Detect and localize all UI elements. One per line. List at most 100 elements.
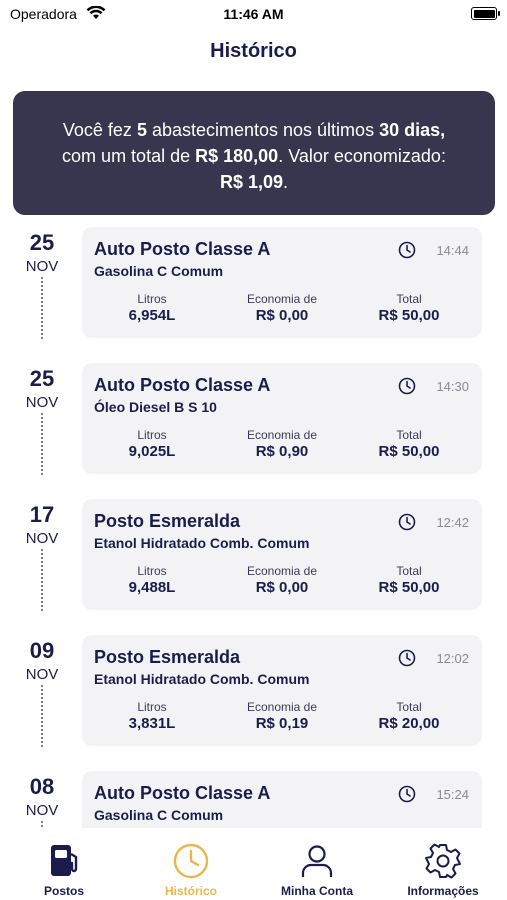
status-time: 11:46 AM [223,6,284,22]
history-entry: 25 NOV Auto Posto Classe A Óleo Diesel B… [0,351,507,487]
history-entry: 17 NOV Posto Esmeralda Etanol Hidratado … [0,487,507,623]
entry-month: NOV [25,666,59,683]
liters-value: 6,954L [128,307,176,324]
summary-count: 5 [136,120,147,140]
station-name: Auto Posto Classe A [94,783,271,803]
liters-value: 9,025L [128,443,176,460]
refuel-time: 12:02 [436,651,469,666]
total-label: Total [396,700,422,714]
entry-date: 17 NOV [14,503,70,549]
savings-label: Economia de [246,292,318,306]
savings-column: Economia de R$ 0,00 [232,564,332,596]
fuel-type: Óleo Diesel B S 10 [94,399,217,415]
entry-date: 09 NOV [14,639,70,685]
summary-saved: R$ 1,09 [219,172,284,192]
liters-column: Litros 9,488L [102,564,202,596]
liters-column: Litros 3,831L [102,700,202,732]
tab-label: Histórico [164,884,217,898]
timeline-divider [41,685,43,747]
page-title: Histórico [210,40,297,62]
station-name: Auto Posto Classe A [94,239,271,259]
entry-date: 08 NOV [14,775,70,821]
summary-text: abastecimentos nos últimos [146,120,380,140]
total-label: Total [396,292,422,306]
clock-icon [398,785,416,803]
liters-column: Litros 9,025L [102,428,202,460]
station-name: Auto Posto Classe A [94,375,271,395]
tab-postos[interactable]: Postos [4,842,124,898]
clock-icon [398,241,416,259]
liters-label: Litros [137,292,167,306]
history-list[interactable]: 25 NOV Auto Posto Classe A Gasolina C Co… [0,215,507,828]
summary-text: . [283,172,289,192]
battery-icon [471,7,500,20]
tab-informacoes[interactable]: Informações [383,842,503,898]
liters-label: Litros [137,428,167,442]
entry-day: 25 [29,230,55,255]
liters-column: Litros 6,954L [102,292,202,324]
timeline-divider [41,821,43,828]
refuel-card[interactable]: Auto Posto Classe A Gasolina C Comum 14:… [82,227,482,338]
savings-value: R$ 0,90 [255,443,309,460]
tab-bar: Postos Histórico Minha Conta Informações [0,828,507,900]
entry-date: 25 NOV [14,367,70,413]
liters-value: 3,831L [128,715,176,732]
refuel-time: 14:30 [436,379,469,394]
refuel-card[interactable]: Posto Esmeralda Etanol Hidratado Comb. C… [82,635,482,746]
status-bar: Operadora 11:46 AM [0,0,507,28]
gear-icon [425,843,461,879]
savings-value: R$ 0,00 [255,307,309,324]
history-entry: 08 NOV Auto Posto Classe A Gasolina C Co… [0,759,507,828]
savings-column: Economia de R$ 0,19 [232,700,332,732]
entry-day: 08 [29,774,55,799]
entry-month: NOV [25,530,59,547]
entry-day: 17 [29,502,55,527]
station-name: Posto Esmeralda [94,647,241,667]
summary-text: Você fez [62,120,137,140]
user-icon [301,845,333,877]
savings-label: Economia de [246,700,318,714]
entry-month: NOV [25,802,59,819]
refuel-time: 15:24 [436,787,469,802]
total-value: R$ 50,00 [378,443,440,460]
refuel-card[interactable]: Auto Posto Classe A Óleo Diesel B S 10 1… [82,363,482,474]
tab-label: Postos [43,884,84,898]
savings-value: R$ 0,19 [255,715,309,732]
fuel-type: Etanol Hidratado Comb. Comum [94,535,310,551]
summary-banner: Você fez 5 abastecimentos nos últimos 30… [13,91,495,215]
timeline-divider [41,413,43,475]
liters-label: Litros [137,564,167,578]
total-label: Total [396,428,422,442]
savings-column: Economia de R$ 0,00 [232,292,332,324]
tab-label: Informações [407,884,479,898]
refuel-time: 14:44 [436,243,469,258]
total-label: Total [396,564,422,578]
total-value: R$ 50,00 [378,307,440,324]
tab-historico[interactable]: Histórico [131,842,251,898]
summary-days: 30 dias, [379,120,446,140]
liters-label: Litros [137,700,167,714]
savings-label: Economia de [246,564,318,578]
total-column: Total R$ 50,00 [359,428,459,460]
clock-icon [398,513,416,531]
clock-icon [398,377,416,395]
refuel-card[interactable]: Posto Esmeralda Etanol Hidratado Comb. C… [82,499,482,610]
fuel-type: Etanol Hidratado Comb. Comum [94,671,310,687]
timeline-divider [41,549,43,611]
liters-value: 9,488L [128,579,176,596]
history-entry: 09 NOV Posto Esmeralda Etanol Hidratado … [0,623,507,759]
clock-icon [173,843,209,879]
tab-minha-conta[interactable]: Minha Conta [257,842,377,898]
refuel-card[interactable]: Auto Posto Classe A Gasolina C Comum 15:… [82,771,482,828]
savings-column: Economia de R$ 0,90 [232,428,332,460]
clock-icon [398,649,416,667]
entry-day: 09 [29,638,55,663]
entry-month: NOV [25,394,59,411]
total-value: R$ 20,00 [378,715,440,732]
summary-text: . Valor economizado: [278,146,446,166]
entry-date: 25 NOV [14,231,70,277]
entry-day: 25 [29,366,55,391]
fuel-pump-icon [51,845,78,876]
summary-total: R$ 180,00 [195,146,279,166]
tab-label: Minha Conta [281,884,353,898]
